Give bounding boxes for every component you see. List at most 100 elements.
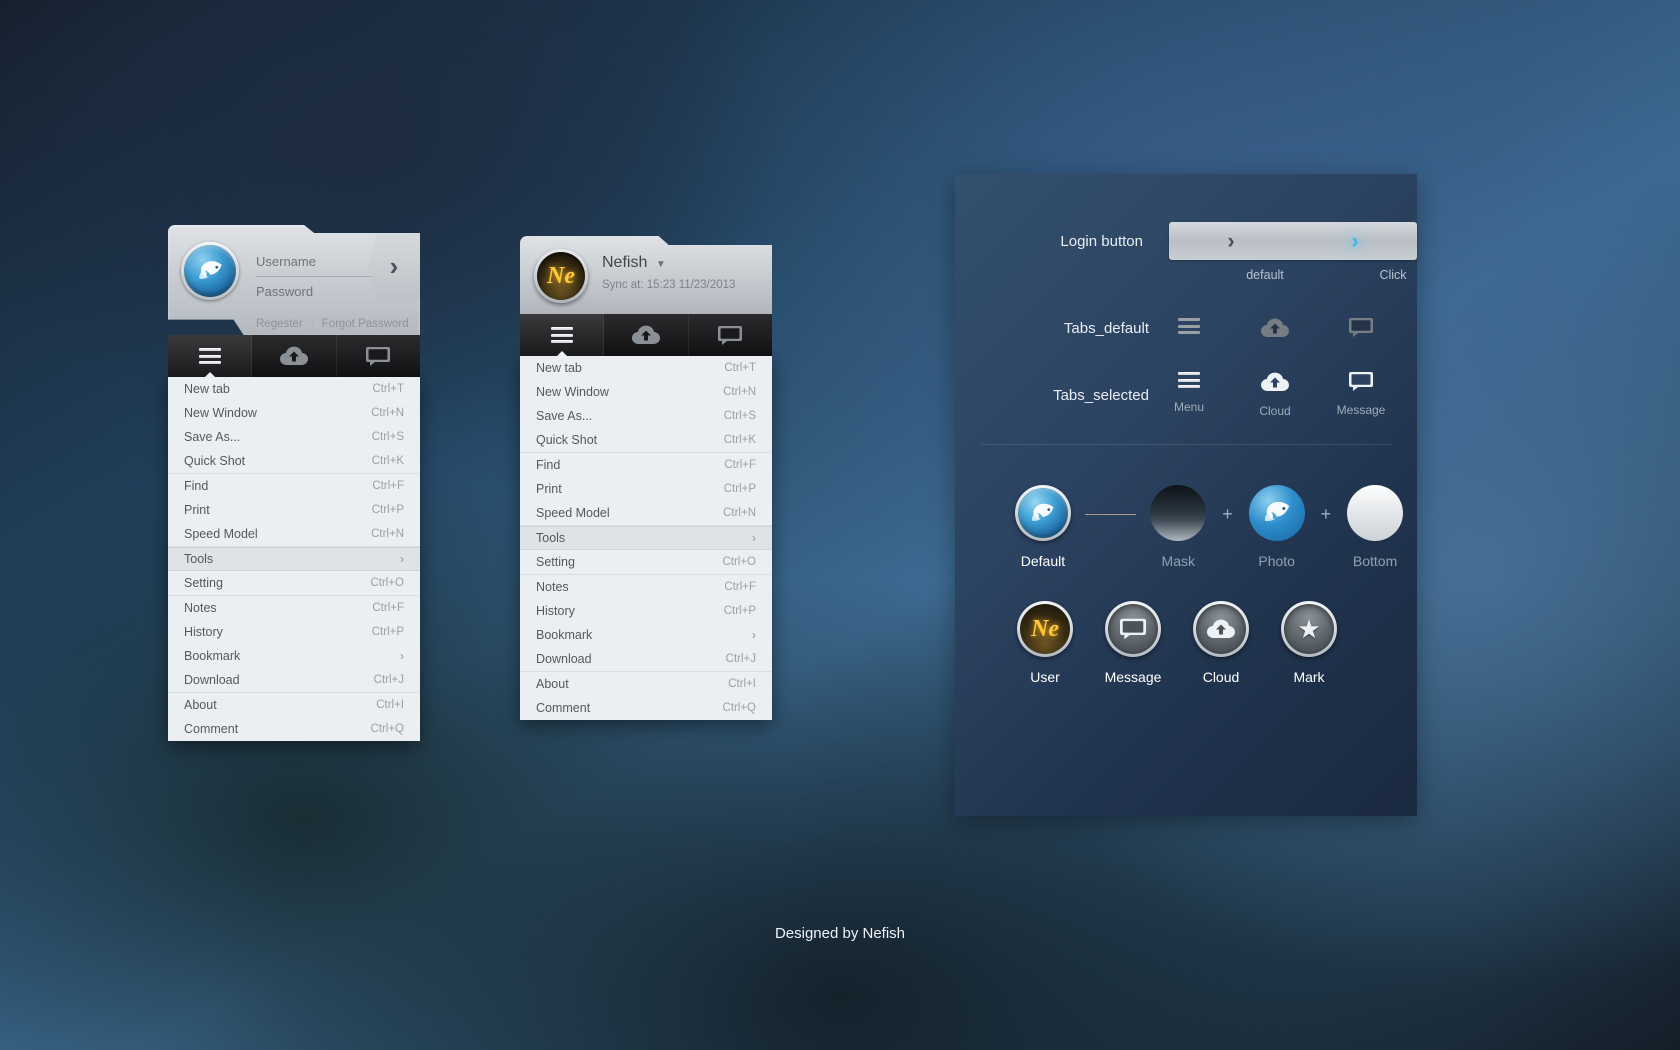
menu-item-quick-shot[interactable]: Quick Shot Ctrl+K (168, 449, 420, 473)
menu-item-quick-shot[interactable]: Quick Shot Ctrl+K (520, 428, 772, 452)
nefish-panel: Ne Nefish ▼ Sync at: 15:23 11/23/2013 Ne… (520, 236, 772, 720)
menu-item-label: New tab (184, 382, 230, 396)
register-link[interactable]: Regester (256, 318, 303, 330)
tab-menu[interactable] (520, 314, 605, 357)
tab-demo-message-default[interactable] (1347, 318, 1375, 338)
menu-item-shortcut: Ctrl+F (372, 480, 404, 492)
login-button-demo[interactable]: › › (1168, 222, 1417, 260)
menu-group: Tools › Setting Ctrl+O (168, 547, 420, 596)
bottom-icon (1347, 485, 1404, 541)
cloud-upload-icon (1261, 318, 1289, 337)
hamburger-menu-icon (198, 348, 221, 364)
login-button-state-click[interactable]: › (1293, 228, 1417, 254)
menu-item-setting[interactable]: Setting Ctrl+O (168, 571, 420, 595)
menu-item-comment[interactable]: Comment Ctrl+Q (168, 717, 420, 741)
menu-item-shortcut: Ctrl+J (373, 674, 404, 686)
chevron-right-icon: › (400, 649, 404, 663)
fish-logo-glyph (1264, 502, 1289, 522)
login-submit-button[interactable]: › (368, 233, 420, 299)
icon-set-cloud[interactable]: Cloud (1177, 601, 1265, 685)
menu-item-shortcut: Ctrl+N (723, 507, 756, 519)
tabs-default-demo (1175, 318, 1375, 338)
menu-item-label: Download (184, 673, 240, 687)
menu-item-bookmark[interactable]: Bookmark › (168, 644, 420, 668)
login-button-state-default[interactable]: › (1169, 228, 1293, 254)
menu-item-shortcut: Ctrl+I (376, 699, 404, 711)
cloud-upload-icon (1261, 372, 1289, 391)
password-input[interactable]: Password (256, 277, 376, 307)
composition-mask: Mask (1136, 485, 1220, 569)
menu-item-find[interactable]: Find Ctrl+F (168, 474, 420, 498)
menu-item-new-tab[interactable]: New tab Ctrl+T (520, 356, 772, 380)
username-input[interactable]: Username (256, 247, 376, 277)
avatar (181, 242, 239, 300)
menu-item-download[interactable]: Download Ctrl+J (168, 668, 420, 692)
composition-photo-label: Photo (1258, 553, 1295, 569)
icon-set-user[interactable]: Ne User (1001, 601, 1089, 685)
menu-item-setting[interactable]: Setting Ctrl+O (520, 550, 772, 574)
login-button-spec-label: Login button (1060, 232, 1143, 250)
menu-item-notes[interactable]: Notes Ctrl+F (520, 575, 772, 599)
menu-item-new-window[interactable]: New Window Ctrl+N (520, 380, 772, 404)
menu-group: Tools › Setting Ctrl+O (520, 526, 772, 575)
tab-cloud[interactable] (252, 335, 337, 377)
chevron-right-icon: › (1351, 228, 1359, 253)
menu-item-comment[interactable]: Comment Ctrl+Q (520, 696, 772, 720)
menu-item-save-as[interactable]: Save As... Ctrl+S (520, 404, 772, 428)
menu-item-label: Quick Shot (536, 433, 598, 447)
account-name-label: Nefish (602, 254, 648, 271)
forgot-password-link[interactable]: Forgot Password (322, 318, 409, 330)
menu-item-label: Save As... (536, 409, 593, 423)
menu-item-speed-model[interactable]: Speed Model Ctrl+N (520, 501, 772, 525)
menu-item-history[interactable]: History Ctrl+P (520, 599, 772, 623)
menu-item-label: Bookmark (184, 649, 241, 663)
cloud-upload-glyph (1207, 619, 1235, 638)
menu-item-label: History (184, 625, 223, 639)
tab-demo-menu-default[interactable] (1175, 318, 1203, 338)
equals-connector (1084, 513, 1137, 515)
menu-item-label: Quick Shot (184, 454, 246, 468)
menu-item-new-window[interactable]: New Window Ctrl+N (168, 401, 420, 425)
login-panel: Username Password › Regester | Forgot Pa… (168, 225, 420, 741)
menu-item-shortcut: Ctrl+S (723, 410, 756, 422)
menu-item-download[interactable]: Download Ctrl+J (520, 647, 772, 671)
menu-item-label: History (536, 604, 575, 618)
menu-group: New tab Ctrl+T New Window Ctrl+N Save As… (168, 377, 420, 474)
menu-item-speed-model[interactable]: Speed Model Ctrl+N (168, 522, 420, 546)
menu-item-about[interactable]: About Ctrl+I (168, 693, 420, 717)
icon-set-message[interactable]: Message (1089, 601, 1177, 685)
account-name[interactable]: Nefish ▼ (602, 254, 666, 272)
menu-item-label: About (536, 677, 569, 691)
menu-item-tools[interactable]: Tools › (520, 526, 772, 550)
tab-message[interactable] (689, 314, 772, 356)
tab-message[interactable] (337, 335, 420, 377)
menu-item-shortcut: Ctrl+I (728, 678, 756, 690)
tab-demo-cloud-default[interactable] (1261, 318, 1289, 338)
menu-item-label: Download (536, 652, 592, 666)
default-icon (1014, 485, 1071, 541)
tab-cloud[interactable] (604, 314, 689, 356)
tab-menu[interactable] (168, 335, 253, 378)
menu-item-shortcut: Ctrl+N (371, 407, 404, 419)
menu-item-history[interactable]: History Ctrl+P (168, 620, 420, 644)
tab-demo-message-selected[interactable]: Message (1337, 372, 1385, 418)
login-links: Regester | Forgot Password (256, 318, 409, 330)
menu-group: Notes Ctrl+F History Ctrl+P Bookmark › D… (168, 596, 420, 693)
hamburger-menu-icon (1178, 318, 1200, 334)
menu-item-find[interactable]: Find Ctrl+F (520, 453, 772, 477)
cloud-icon-inner (1196, 604, 1246, 654)
user-ne-badge-icon: Ne (534, 249, 588, 303)
menu-item-notes[interactable]: Notes Ctrl+F (168, 596, 420, 620)
menu-item-tools[interactable]: Tools › (168, 547, 420, 571)
menu-item-save-as[interactable]: Save As... Ctrl+S (168, 425, 420, 449)
icon-set-mark[interactable]: ★ Mark (1265, 601, 1353, 685)
tab-demo-menu-selected[interactable]: Menu (1174, 372, 1204, 418)
menu-item-new-tab[interactable]: New tab Ctrl+T (168, 377, 420, 401)
menu-item-print[interactable]: Print Ctrl+P (520, 477, 772, 501)
tab-demo-cloud-selected[interactable]: Cloud (1259, 372, 1291, 418)
menu-item-label: Find (536, 458, 561, 472)
sync-status: Sync at: 15:23 11/23/2013 (602, 279, 736, 291)
menu-item-bookmark[interactable]: Bookmark › (520, 623, 772, 647)
menu-item-print[interactable]: Print Ctrl+P (168, 498, 420, 522)
menu-item-about[interactable]: About Ctrl+I (520, 672, 772, 696)
